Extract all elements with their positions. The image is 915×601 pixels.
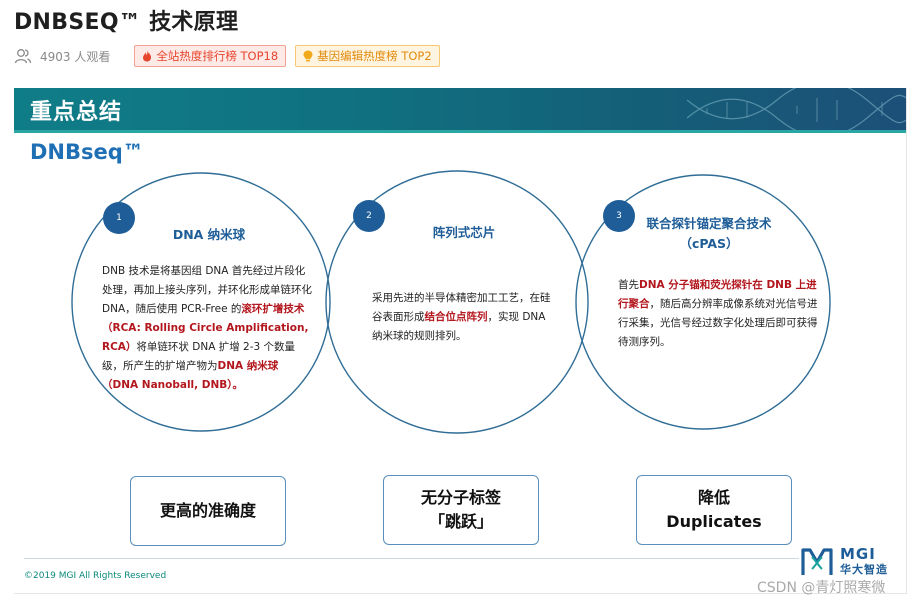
mgi-logo-icon xyxy=(801,548,833,575)
circle-body-2: 采用先进的半导体精密加工工艺，在硅谷表面形成结合位点阵列，实现 DNA 纳米球的… xyxy=(372,289,554,346)
viewers-icon xyxy=(14,49,32,64)
advantage-box-3: 降低 Duplicates xyxy=(636,475,792,545)
circle-heading-2: 阵列式芯片 xyxy=(432,225,496,240)
viewer-count: 4903 人观看 xyxy=(40,49,111,64)
footer-divider xyxy=(24,558,799,559)
advantage-box-2: 无分子标签 「跳跃」 xyxy=(383,475,539,545)
slide: 重点总结 DNBseq™ 1 2 3 DNA 纳米球 DNB 技术是将基因组 D… xyxy=(14,88,907,594)
page-title: DNBSEQ™ 技术原理 xyxy=(14,10,239,35)
advantage-1-line1: 更高的准确度 xyxy=(159,501,256,520)
lightbulb-icon xyxy=(303,50,313,62)
rank-badge-gene-label: 基因编辑热度榜 TOP2 xyxy=(317,49,432,63)
circle-heading-3: 联合探针锚定聚合技术 （cPAS） xyxy=(624,214,794,254)
rank-badge-site[interactable]: 全站热度排行榜 TOP18 xyxy=(134,45,287,67)
flame-icon xyxy=(143,50,152,62)
step-number-2: 2 xyxy=(353,200,385,232)
circle-heading-3-line2: （cPAS） xyxy=(679,236,739,251)
mgi-logo-chinese: 华大智造 xyxy=(840,563,888,576)
csdn-watermark: CSDN @青灯照寒微 xyxy=(757,580,886,596)
advantage-3-line2: Duplicates xyxy=(666,512,762,531)
circle-heading-1: DNA 纳米球 xyxy=(172,227,246,242)
mgi-logo-wordmark: MGI xyxy=(840,545,876,563)
advantage-3-line1: 降低 xyxy=(697,488,730,507)
circle-3-text-a: 首先 xyxy=(618,279,639,291)
circle-body-3: 首先DNA 分子锚和荧光探针在 DNB 上进行聚合，随后高分辨率成像系统对光信号… xyxy=(618,276,824,352)
circle-2-highlight-a: 结合位点阵列 xyxy=(424,311,488,323)
advantage-box-1: 更高的准确度 xyxy=(130,476,286,546)
advantage-2-line2: 「跳跃」 xyxy=(428,512,493,531)
rank-badge-site-label: 全站热度排行榜 TOP18 xyxy=(156,49,279,63)
rank-badge-gene[interactable]: 基因编辑热度榜 TOP2 xyxy=(295,45,440,67)
meta-row: 4903 人观看 全站热度排行榜 TOP18 基因编辑热度榜 TOP2 xyxy=(14,44,449,68)
circle-heading-3-line1: 联合探针锚定聚合技术 xyxy=(646,216,772,231)
advantage-2-line1: 无分子标签 xyxy=(420,488,501,507)
circle-body-1: DNB 技术是将基因组 DNA 首先经过片段化处理，再加上接头序列，并环化形成单… xyxy=(102,262,312,395)
copyright-text: ©2019 MGI All Rights Reserved xyxy=(24,571,167,581)
mgi-logo-text: MGI 华大智造 xyxy=(840,546,888,577)
